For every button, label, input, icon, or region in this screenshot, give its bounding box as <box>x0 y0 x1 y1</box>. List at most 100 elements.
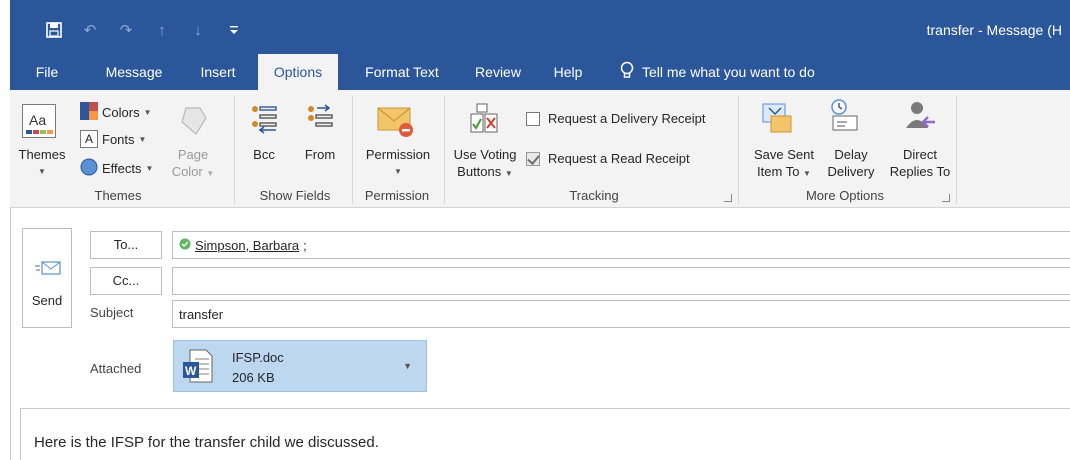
delay-delivery-button[interactable]: Delay Delivery <box>820 146 882 180</box>
voting-label-line1: Use Voting <box>453 147 517 162</box>
tab-format-text[interactable]: Format Text <box>350 54 454 90</box>
customize-toolbar-icon[interactable] <box>216 20 252 40</box>
voting-label-line2: Buttons <box>457 164 502 179</box>
tab-help[interactable]: Help <box>544 54 592 90</box>
tell-me-box[interactable]: Tell me what you want to do <box>620 54 815 90</box>
attachment-item[interactable]: W IFSP.doc 206 KB ▼ <box>173 340 427 392</box>
chevron-down-icon: ▼ <box>504 169 513 178</box>
delay-label-line2: Delivery <box>827 164 875 179</box>
chevron-down-icon[interactable]: ▼ <box>403 361 412 371</box>
colors-icon <box>80 102 98 123</box>
colors-button[interactable]: Colors ▼ <box>80 102 152 123</box>
effects-button[interactable]: Effects ▼ <box>80 158 153 179</box>
ribbon-tabs: File Message Insert Options Format Text … <box>10 54 1070 90</box>
up-arrow-icon[interactable]: ↑ <box>144 20 180 40</box>
ribbon-options: Aa Themes ▼ Colors ▼ A Fonts ▼ Effects ▼ Pa… <box>10 90 1070 208</box>
delay-label-line1: Delay <box>834 147 868 162</box>
page-label: Page <box>177 147 209 162</box>
color-label: Color <box>171 164 203 179</box>
redo-icon[interactable]: ↷ <box>108 20 144 40</box>
word-document-icon: W <box>182 349 214 386</box>
bcc-icon <box>244 104 284 138</box>
from-button[interactable]: From <box>298 146 342 163</box>
send-icon <box>35 259 61 280</box>
bcc-button[interactable]: Bcc <box>244 146 284 163</box>
delivery-receipt-label: Request a Delivery Receipt <box>548 111 706 126</box>
tell-me-text: Tell me what you want to do <box>642 64 815 80</box>
save-sent-item-icon <box>756 100 800 138</box>
more-options-dialog-launcher-icon[interactable] <box>942 194 950 202</box>
themes-label: Themes <box>18 147 66 162</box>
permission-icon <box>368 102 422 142</box>
tab-message[interactable]: Message <box>94 54 174 90</box>
read-receipt-checkbox[interactable] <box>526 151 540 166</box>
effects-label: Effects <box>102 161 142 176</box>
permission-label: Permission <box>365 147 431 162</box>
themes-icon[interactable]: Aa <box>22 104 56 138</box>
read-receipt-option[interactable]: Request a Read Receipt <box>526 151 690 166</box>
themes-button[interactable]: Themes ▼ <box>16 146 68 180</box>
cc-field[interactable] <box>172 267 1070 295</box>
chevron-down-icon: ▼ <box>38 167 46 176</box>
subject-field[interactable]: transfer <box>172 300 1070 328</box>
tab-file[interactable]: File <box>24 54 70 90</box>
group-label-more-options: More Options <box>805 188 885 203</box>
save-sent-label-line1: Save Sent <box>754 147 814 162</box>
save-sent-item-button[interactable]: Save Sent Item To ▼ <box>746 146 822 182</box>
delay-delivery-icon <box>822 98 866 138</box>
send-label: Send <box>31 293 63 308</box>
delivery-receipt-checkbox[interactable] <box>526 111 540 126</box>
message-body[interactable]: Here is the IFSP for the transfer child … <box>34 434 379 451</box>
permission-button[interactable]: Permission ▼ <box>358 146 438 180</box>
chevron-down-icon: ▼ <box>803 169 811 178</box>
save-icon[interactable] <box>36 20 72 40</box>
fonts-icon: A <box>80 130 98 148</box>
chevron-down-icon: ▼ <box>143 108 152 117</box>
fonts-label: Fonts <box>102 131 135 147</box>
tab-insert[interactable]: Insert <box>190 54 246 90</box>
undo-icon[interactable]: ↶ <box>72 20 108 40</box>
direct-label-line1: Direct <box>903 147 937 162</box>
save-sent-label-line2: Item To <box>757 164 800 179</box>
send-button[interactable]: Send <box>22 228 72 328</box>
page-color-button[interactable]: Page Color ▼ <box>168 146 218 182</box>
svg-text:Aa: Aa <box>29 112 46 128</box>
lightbulb-icon <box>620 61 636 83</box>
compose-left-border <box>10 208 11 460</box>
group-label-themes: Themes <box>94 188 142 203</box>
group-label-show-fields: Show Fields <box>259 188 331 203</box>
direct-label-line2: Replies To <box>889 164 951 179</box>
attachment-name: IFSP.doc <box>232 350 284 365</box>
fonts-button[interactable]: A Fonts ▼ <box>80 130 146 148</box>
attached-label: Attached <box>90 361 142 376</box>
down-arrow-icon[interactable]: ↓ <box>180 20 216 40</box>
group-label-tracking: Tracking <box>569 188 619 203</box>
chevron-down-icon: ▼ <box>394 167 402 176</box>
group-separator <box>234 96 235 204</box>
tab-review[interactable]: Review <box>466 54 530 90</box>
group-separator <box>956 96 957 204</box>
window-title: transfer - Message (H <box>926 22 1062 38</box>
cc-button[interactable]: Cc... <box>90 267 162 295</box>
page-color-icon <box>170 104 216 142</box>
group-separator <box>738 96 739 204</box>
quick-access-toolbar: ↶ ↷ ↑ ↓ <box>36 20 252 40</box>
presence-available-icon <box>179 238 191 253</box>
body-divider <box>20 408 1070 409</box>
attachment-size: 206 KB <box>232 370 275 385</box>
to-button[interactable]: To... <box>90 231 162 259</box>
direct-replies-button[interactable]: Direct Replies To <box>882 146 958 180</box>
subject-label: Subject <box>90 305 134 320</box>
subject-value: transfer <box>179 307 224 322</box>
read-receipt-label: Request a Read Receipt <box>548 151 690 166</box>
voting-buttons-button[interactable]: Use Voting Buttons ▼ <box>442 146 528 182</box>
to-field[interactable]: Simpson, Barbara; <box>172 231 1070 259</box>
title-bar: ↶ ↷ ↑ ↓ transfer - Message (H <box>10 0 1070 54</box>
recipient-chip[interactable]: Simpson, Barbara; <box>179 238 307 253</box>
chevron-down-icon: ▼ <box>138 134 147 144</box>
direct-replies-icon <box>898 100 942 138</box>
group-label-permission: Permission <box>364 188 430 203</box>
tracking-dialog-launcher-icon[interactable] <box>724 194 732 202</box>
delivery-receipt-option[interactable]: Request a Delivery Receipt <box>526 111 706 126</box>
tab-options[interactable]: Options <box>258 54 338 90</box>
